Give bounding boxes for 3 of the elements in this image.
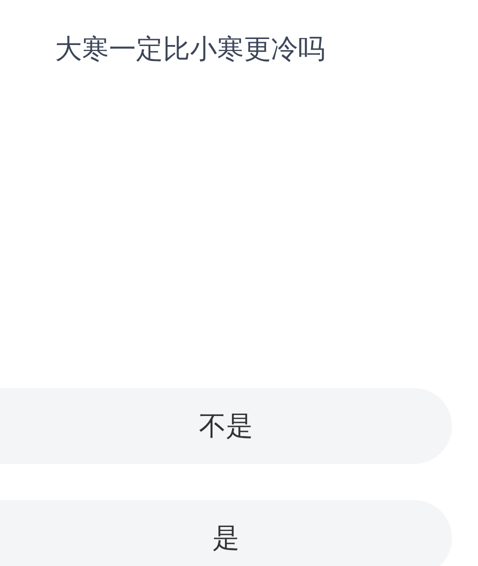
- question-text: 大寒一定比小寒更冷吗: [55, 33, 325, 67]
- answer-button[interactable]: 是: [0, 500, 452, 566]
- answer-button[interactable]: 不是: [0, 388, 452, 464]
